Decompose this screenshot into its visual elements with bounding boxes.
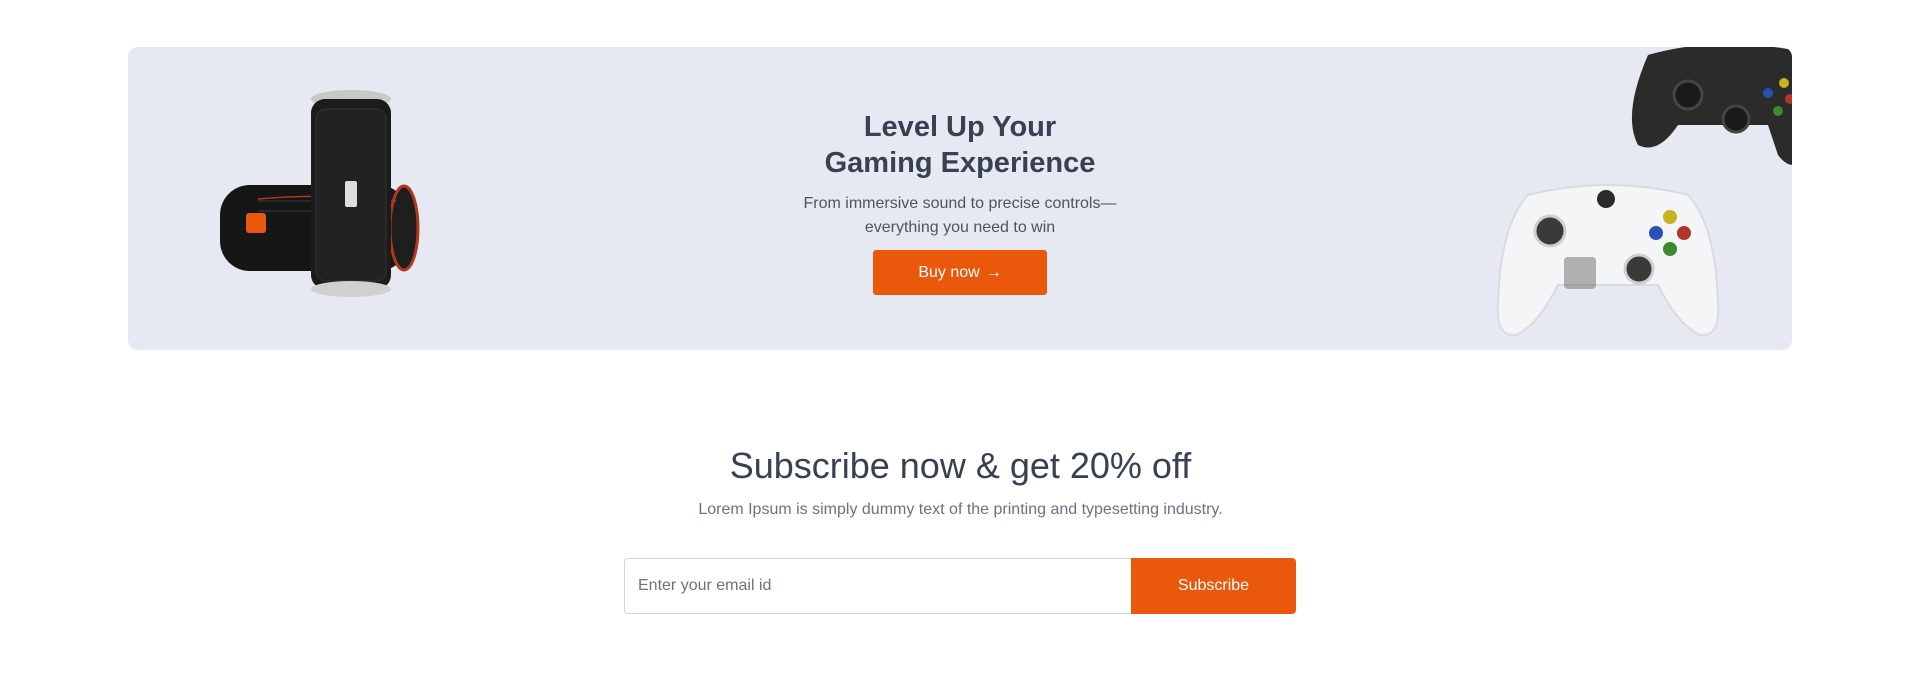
subscribe-section: Subscribe now & get 20% off Lorem Ipsum … xyxy=(0,442,1921,521)
subscribe-description: Lorem Ipsum is simply dummy text of the … xyxy=(698,501,1223,518)
promo-banner: Level Up Your Gaming Experience From imm… xyxy=(128,47,1792,350)
subscribe-title: Subscribe now & get 20% off xyxy=(729,445,1192,486)
buy-now-button[interactable]: Buy now → xyxy=(873,250,1047,295)
xbox-controller-black-image xyxy=(1631,47,1792,165)
xbox-controller-white-image xyxy=(1496,184,1720,337)
email-input[interactable] xyxy=(624,558,1131,614)
arrow-right-icon: → xyxy=(985,263,1002,281)
banner-title-line-1: Level Up Your xyxy=(863,111,1057,143)
subscribe-form: Subscribe xyxy=(624,558,1296,614)
subscribe-button[interactable]: Subscribe xyxy=(1131,558,1296,614)
buy-now-label: Buy now xyxy=(918,263,980,281)
